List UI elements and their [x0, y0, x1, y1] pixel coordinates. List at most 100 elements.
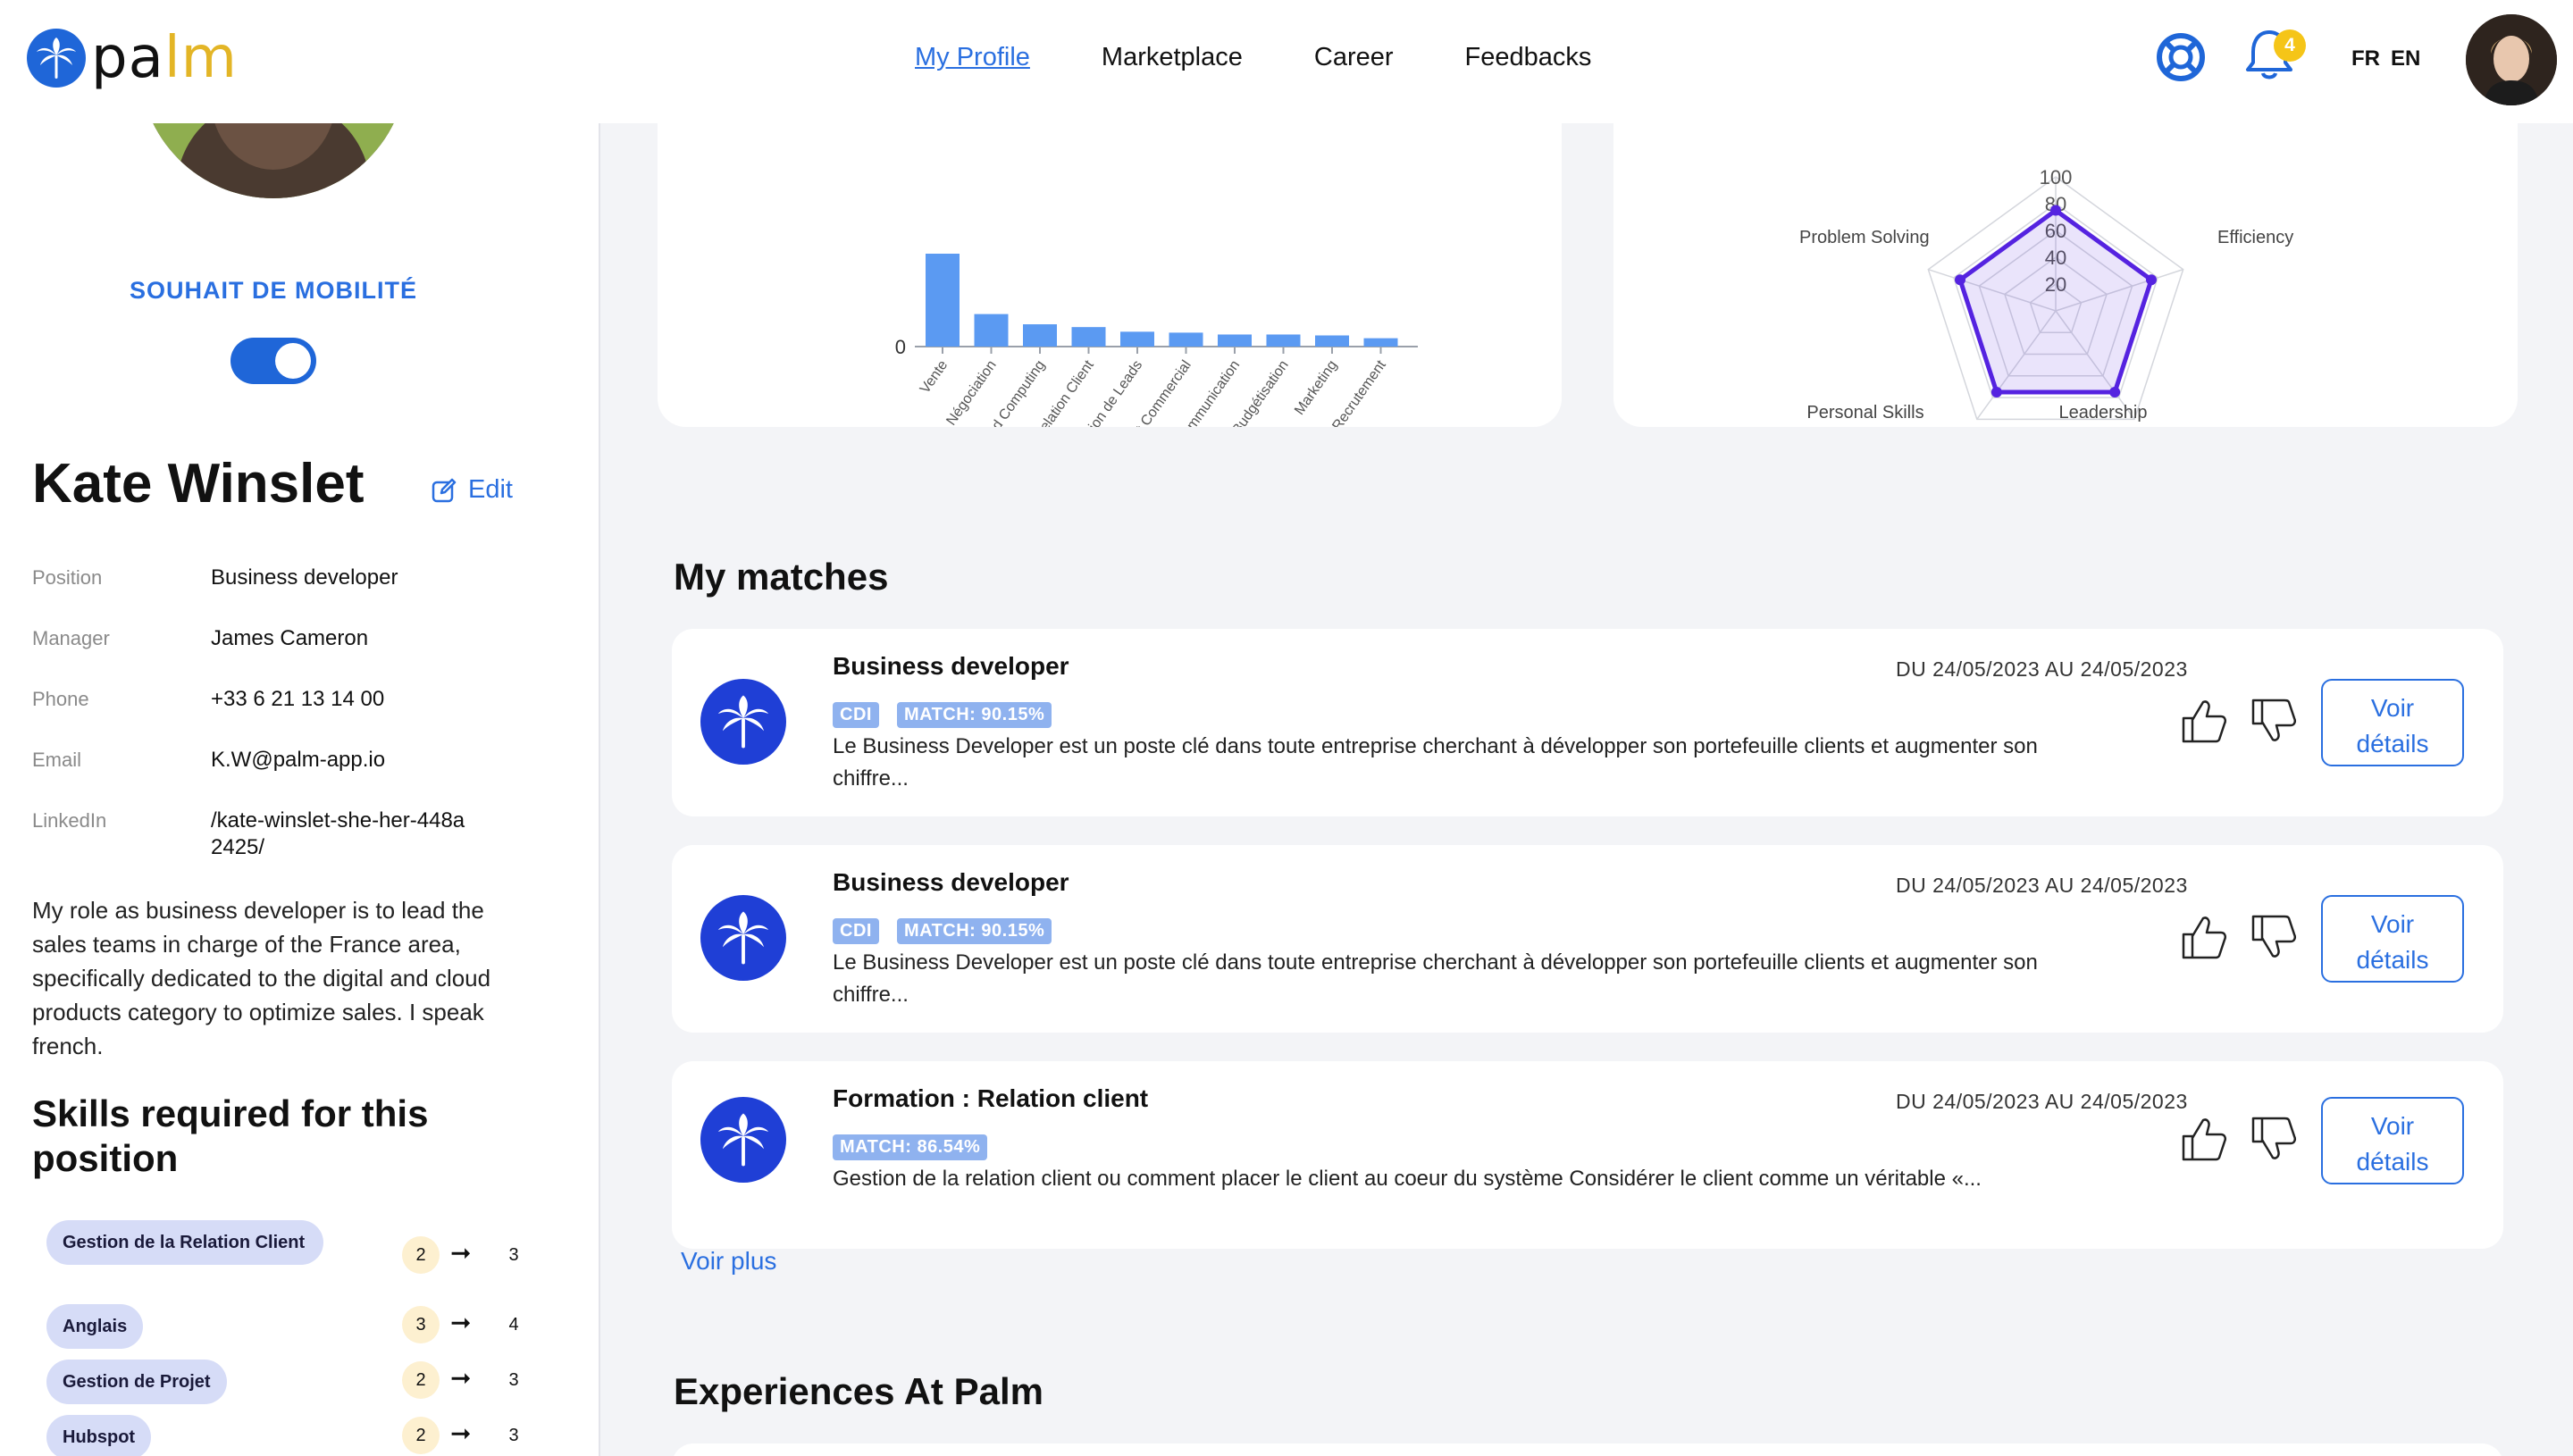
skill-level-target: 3 [508, 1244, 519, 1265]
x-tick-label: Négociation [943, 358, 999, 427]
match-date: DU 24/05/2023 AU 24/05/2023 [1896, 874, 2188, 897]
thumbs-down-icon[interactable] [2248, 695, 2300, 747]
mobility-toggle[interactable] [230, 338, 316, 384]
voir-plus-link[interactable]: Voir plus [681, 1247, 776, 1276]
nav-feedbacks[interactable]: Feedbacks [1465, 43, 1592, 72]
info-email: Email K.W@palm-app.io [32, 747, 568, 774]
match-card[interactable]: Formation : Relation client DU 24/05/202… [672, 1061, 2503, 1249]
radar-tick-label: 100 [2040, 166, 2073, 188]
match-date: DU 24/05/2023 AU 24/05/2023 [1896, 1090, 2188, 1113]
radar-axis-label: Efficiency [2217, 228, 2293, 247]
match-score-tag: MATCH: 86.54% [833, 1134, 988, 1160]
mobility-label: SOUHAIT DE MOBILITÉ [130, 277, 417, 304]
radar-point [2109, 387, 2121, 398]
thumbs-down-icon[interactable] [2248, 1113, 2300, 1165]
radar-point [1991, 387, 2002, 398]
toggle-knob [275, 343, 311, 379]
palm-tree-icon [700, 679, 786, 765]
field-label: Email [32, 749, 82, 771]
top-header: palm My Profile Marketplace Career Feedb… [0, 0, 2573, 123]
main-nav: My Profile Marketplace Career Feedbacks [915, 43, 1663, 72]
field-value[interactable]: /kate-winslet-she-her-448a2425/ [211, 807, 470, 861]
info-position: Position Business developer [32, 565, 568, 591]
lang-en[interactable]: EN [2391, 46, 2420, 71]
bar [1023, 324, 1057, 347]
arrow-right-icon: ➞ [450, 1364, 472, 1392]
skill-level-target: 3 [508, 1425, 519, 1445]
x-tick-label: Vente [918, 357, 951, 396]
lifebuoy-icon[interactable] [2156, 32, 2206, 82]
info-linkedin: LinkedIn/kate-winslet-she-her-448a2425/ [32, 807, 568, 861]
skills-title: Skills required for this position [32, 1092, 429, 1179]
palm-logo[interactable]: palm [27, 29, 238, 88]
radar-point [1955, 274, 1966, 286]
profile-name: Kate Winslet [32, 453, 365, 515]
arrow-right-icon: ➞ [450, 1419, 472, 1447]
match-description: Gestion de la relation client ou comment… [833, 1167, 1982, 1191]
skill-level-current: 3 [402, 1306, 440, 1343]
skill-pill: Gestion de la Relation Client [46, 1220, 323, 1265]
match-card[interactable]: Business developer DU 24/05/2023 AU 24/0… [672, 629, 2503, 816]
skill-row: Gestion de Projet [46, 1360, 227, 1404]
skill-pill: Anglais [46, 1304, 144, 1349]
voir-details-button[interactable]: Voir détails [2321, 1097, 2464, 1184]
arrow-right-icon: ➞ [450, 1309, 472, 1336]
profile-sidebar: SOUHAIT DE MOBILITÉ Kate Winslet Edit Po… [0, 123, 600, 1456]
radar-point [2145, 274, 2157, 286]
experiences-title: Experiences At Palm [674, 1370, 1043, 1412]
logo-wordmark: palm [91, 25, 238, 91]
match-description: Le Business Developer est un poste clé d… [833, 734, 2038, 791]
radar-point [2050, 205, 2061, 216]
skill-row: Gestion de la Relation Client [46, 1220, 323, 1265]
edit-profile-link[interactable]: Edit [431, 475, 513, 505]
lang-fr[interactable]: FR [2351, 46, 2380, 71]
profile-photo [139, 123, 407, 198]
bar [1266, 334, 1301, 347]
bar [974, 314, 1009, 347]
experiences-card [672, 1443, 2503, 1456]
bar [1315, 335, 1349, 347]
language-switch: FR EN [2351, 46, 2431, 71]
thumbs-up-icon[interactable] [2178, 911, 2230, 963]
radar-axis-label: Leadership [2059, 403, 2148, 423]
main-content: 0VenteNégociationCloud ComputingGestion … [602, 123, 2573, 1456]
skill-level-current: 2 [402, 1236, 440, 1274]
match-date: DU 24/05/2023 AU 24/05/2023 [1896, 657, 2188, 681]
palm-tree-icon [700, 1097, 786, 1183]
skill-pill: Gestion de Projet [46, 1360, 227, 1404]
field-value: James Cameron [211, 626, 369, 650]
info-manager: Manager James Cameron [32, 625, 568, 652]
match-tags: MATCH: 86.54% [833, 1134, 1005, 1160]
bar [1169, 332, 1203, 347]
voir-details-button[interactable]: Voir détails [2321, 679, 2464, 766]
match-title: Formation : Relation client [833, 1084, 1149, 1112]
thumbs-down-icon[interactable] [2248, 911, 2300, 963]
skills-bar-chart: 0VenteNégociationCloud ComputingGestion … [895, 254, 1418, 515]
notification-badge: 4 [2274, 29, 2306, 62]
y-tick-label: 0 [895, 336, 906, 358]
skill-level-current: 2 [402, 1361, 440, 1399]
thumbs-up-icon[interactable] [2178, 1113, 2230, 1165]
field-label: Phone [32, 688, 89, 710]
x-tick-label: Marketing [1292, 358, 1340, 418]
skill-row: Hubspot [46, 1415, 152, 1456]
skill-level-target: 4 [508, 1314, 519, 1335]
match-card[interactable]: Business developer DU 24/05/2023 AU 24/0… [672, 845, 2503, 1033]
nav-my-profile[interactable]: My Profile [915, 43, 1030, 72]
nav-marketplace[interactable]: Marketplace [1102, 43, 1243, 72]
match-score-tag: MATCH: 90.15% [896, 918, 1052, 944]
nav-career[interactable]: Career [1314, 43, 1394, 72]
palm-tree-icon [27, 29, 86, 88]
bar [1120, 331, 1154, 347]
match-title: Business developer [833, 652, 1069, 680]
radar-series [1957, 207, 2154, 395]
voir-details-button[interactable]: Voir détails [2321, 895, 2464, 983]
field-value: K.W@palm-app.io [211, 748, 386, 772]
palm-tree-icon [700, 895, 786, 981]
soft-skills-radar-chart: 10080604020Problem SolvingEfficiencyLead… [1799, 166, 2293, 423]
skills-bar-chart-card: 0VenteNégociationCloud ComputingGestion … [658, 123, 1562, 515]
profile-bio: My role as business developer is to lead… [32, 897, 491, 1059]
user-avatar[interactable] [2466, 14, 2557, 105]
thumbs-up-icon[interactable] [2178, 695, 2230, 747]
bar [1071, 327, 1106, 347]
